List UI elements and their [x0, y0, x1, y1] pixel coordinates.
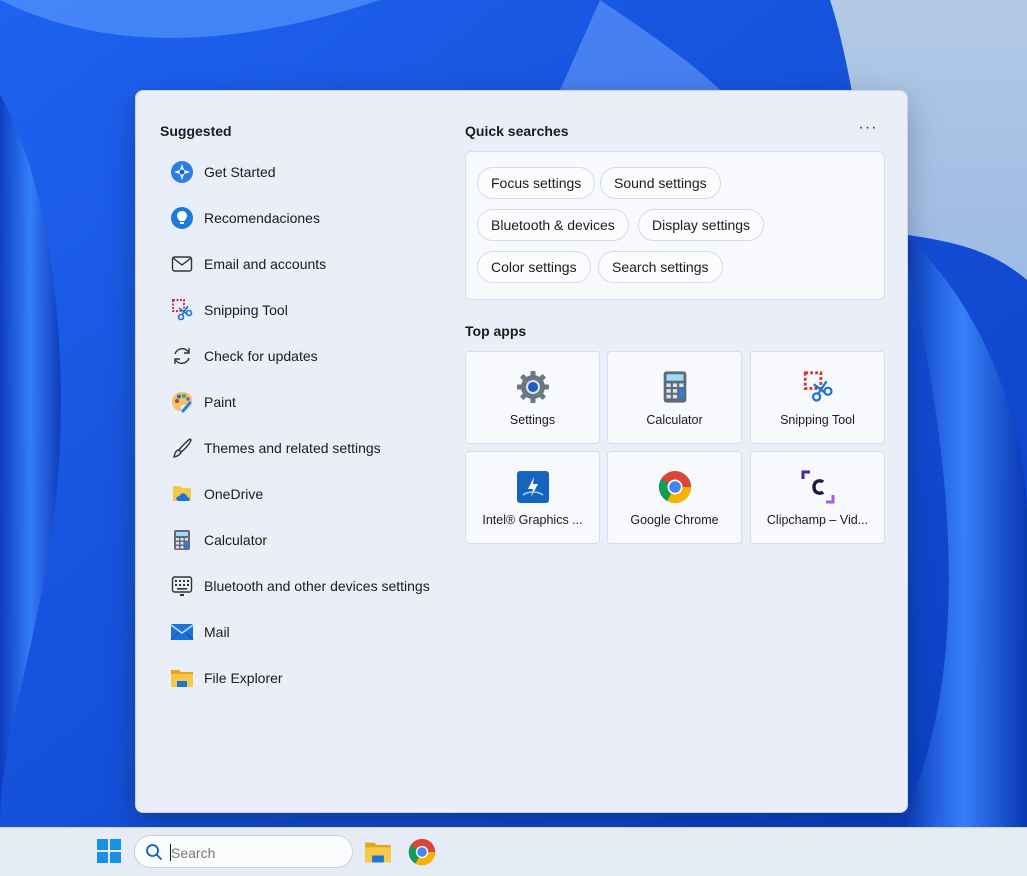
suggested-item-label: Recomendaciones	[204, 210, 320, 226]
suggested-item-label: Themes and related settings	[204, 440, 381, 456]
chip-focus-settings[interactable]: Focus settings	[477, 167, 596, 199]
top-app-label: Intel® Graphics ...	[482, 513, 583, 527]
search-icon	[145, 843, 163, 866]
intel-graphics-icon	[516, 470, 550, 504]
suggested-item-themes[interactable]: Themes and related settings	[160, 425, 450, 471]
taskbar	[0, 827, 1027, 876]
chip-sound-settings[interactable]: Sound settings	[600, 167, 721, 199]
taskbar-search-box[interactable]	[134, 835, 353, 868]
get-started-icon	[170, 160, 194, 184]
suggested-item-get-started[interactable]: Get Started	[160, 149, 450, 195]
suggested-list: Get Started Recomendaciones Email and ac…	[160, 149, 450, 701]
suggested-item-snipping-tool[interactable]: Snipping Tool	[160, 287, 450, 333]
lightbulb-icon	[170, 206, 194, 230]
top-app-google-chrome[interactable]: Google Chrome	[607, 451, 742, 544]
suggested-item-paint[interactable]: Paint	[160, 379, 450, 425]
top-app-label: Snipping Tool	[780, 413, 855, 427]
suggested-item-label: File Explorer	[204, 670, 283, 686]
suggested-item-label: Get Started	[204, 164, 276, 180]
snipping-tool-icon	[801, 370, 835, 404]
file-explorer-taskbar-icon[interactable]	[364, 838, 392, 866]
suggested-item-label: Email and accounts	[204, 256, 327, 272]
refresh-icon	[170, 344, 194, 368]
suggested-item-calculator[interactable]: Calculator	[160, 517, 450, 563]
top-apps-heading: Top apps	[465, 323, 527, 339]
suggested-item-mail[interactable]: Mail	[160, 609, 450, 655]
keyboard-icon	[170, 574, 194, 598]
suggested-item-label: Mail	[204, 624, 230, 640]
suggested-item-label: Snipping Tool	[204, 302, 288, 318]
snipping-tool-icon	[170, 298, 194, 322]
onedrive-icon	[170, 482, 194, 506]
top-app-intel-graphics[interactable]: Intel® Graphics ...	[465, 451, 600, 544]
folder-icon	[170, 666, 194, 690]
settings-gear-icon	[516, 370, 550, 404]
top-app-label: Clipchamp – Vid...	[766, 513, 869, 527]
top-app-label: Calculator	[646, 413, 703, 427]
top-app-settings[interactable]: Settings	[465, 351, 600, 444]
top-app-clipchamp[interactable]: Clipchamp – Vid...	[750, 451, 885, 544]
quick-searches-box: Focus settings Sound settings Bluetooth …	[465, 151, 885, 300]
chip-search-settings[interactable]: Search settings	[598, 251, 723, 283]
suggested-item-file-explorer[interactable]: File Explorer	[160, 655, 450, 701]
chip-display-settings[interactable]: Display settings	[638, 209, 765, 241]
clipchamp-icon	[801, 470, 835, 504]
top-app-label: Settings	[509, 413, 556, 427]
suggested-item-label: Calculator	[204, 532, 268, 548]
envelope-icon	[170, 252, 194, 276]
chip-bluetooth-devices[interactable]: Bluetooth & devices	[477, 209, 629, 241]
suggested-item-label: Bluetooth and other devices settings	[204, 578, 430, 594]
suggested-heading: Suggested	[160, 123, 232, 139]
suggested-item-recomendaciones[interactable]: Recomendaciones	[160, 195, 450, 241]
chrome-icon	[658, 470, 692, 504]
suggested-item-bluetooth-devices[interactable]: Bluetooth and other devices settings	[160, 563, 450, 609]
top-app-label: Google Chrome	[630, 513, 719, 527]
windows-start-icon[interactable]	[96, 838, 124, 866]
brush-icon	[170, 436, 194, 460]
mail-icon	[170, 620, 194, 644]
chip-color-settings[interactable]: Color settings	[477, 251, 591, 283]
quick-searches-heading: Quick searches	[465, 123, 569, 139]
suggested-item-onedrive[interactable]: OneDrive	[160, 471, 450, 517]
calculator-icon	[658, 370, 692, 404]
suggested-item-label: Paint	[204, 394, 236, 410]
search-flyout-panel: Suggested Get Started Recomendaciones Em…	[135, 90, 908, 813]
calculator-icon	[170, 528, 194, 552]
suggested-item-email-accounts[interactable]: Email and accounts	[160, 241, 450, 287]
top-app-snipping-tool[interactable]: Snipping Tool	[750, 351, 885, 444]
paint-icon	[170, 390, 194, 414]
top-app-calculator[interactable]: Calculator	[607, 351, 742, 444]
suggested-item-check-updates[interactable]: Check for updates	[160, 333, 450, 379]
suggested-item-label: Check for updates	[204, 348, 318, 364]
suggested-item-label: OneDrive	[204, 486, 264, 502]
more-options-button[interactable]: ···	[854, 119, 882, 141]
chrome-taskbar-icon[interactable]	[408, 838, 436, 866]
search-input[interactable]	[169, 842, 343, 864]
